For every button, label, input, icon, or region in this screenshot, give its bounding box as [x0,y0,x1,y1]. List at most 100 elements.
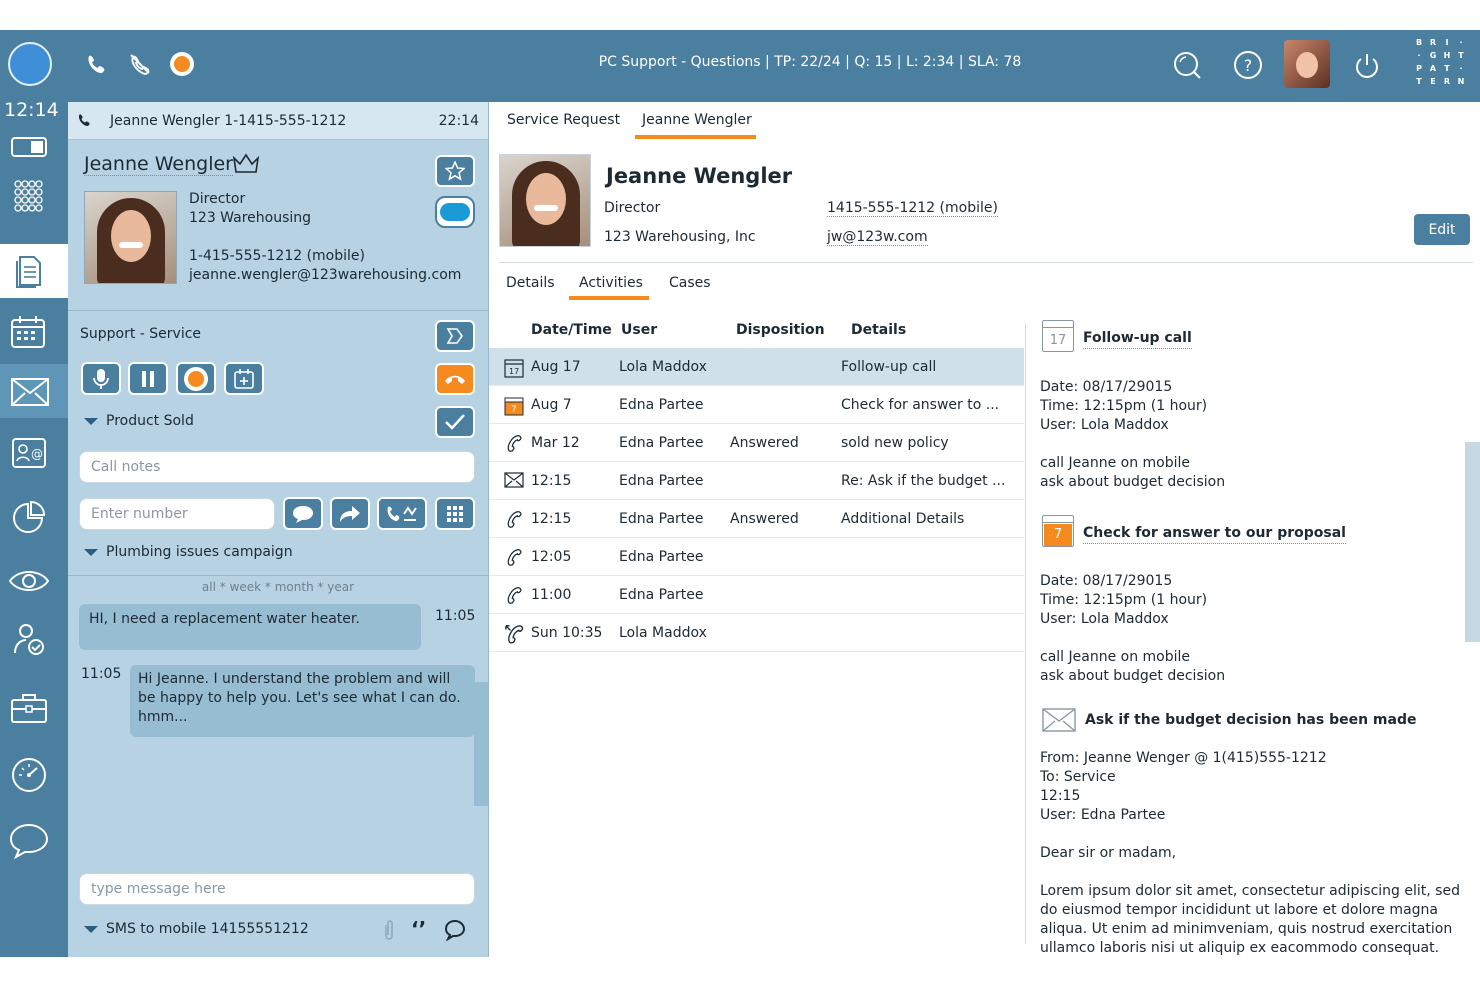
row-date: Sun 10:35 [531,625,603,641]
document-icon [14,253,46,289]
queue-info: PC Support - Questions | TP: 22/24 | Q: … [598,54,1022,70]
favorite-button[interactable] [435,155,475,187]
detail-title[interactable]: Check for answer to our proposal [1083,524,1346,544]
sms-target-dropdown[interactable]: SMS to mobile 14155551212 [84,921,309,937]
column-header[interactable]: Date/Time [531,322,612,338]
user-avatar[interactable] [1284,40,1330,88]
mic-button[interactable] [81,362,121,395]
subtab-activities[interactable]: Activities [579,275,643,291]
quote-icon[interactable]: ‘’ [411,917,426,941]
status-indicator[interactable] [8,42,52,86]
call-header: Jeanne Wengler 1-1415-555-1212 22:14 [68,102,488,140]
brand-letter: A [1429,64,1437,73]
row-date: 12:15 [531,511,572,527]
attach-icon[interactable] [383,919,395,941]
detail-title[interactable]: Ask if the budget decision has been made [1085,711,1416,730]
conference-button[interactable] [377,497,427,530]
detail-note: call Jeanne on mobile ask about budget d… [1040,649,1226,684]
hangup-button[interactable] [435,363,475,395]
history-filter[interactable]: all * week * month * year [68,580,488,594]
table-row[interactable]: 12:15 Edna Partee Re: Ask if the budget ..… [489,462,1024,500]
agent-status-icon[interactable] [12,622,46,656]
row-details: sold new policy [841,435,949,451]
tab-service-request[interactable]: Service Request [507,112,620,128]
product-sold-dropdown[interactable]: Product Sold [84,413,194,429]
record-button[interactable] [176,362,216,395]
schedule-button[interactable] [224,362,264,395]
checkmark-icon [445,414,465,430]
tab-contact[interactable]: Jeanne Wengler [642,112,752,128]
message-input[interactable]: type message here [79,873,475,905]
salesforce-button[interactable] [435,196,475,228]
power-icon[interactable] [1352,50,1382,80]
calendar-icon[interactable] [10,314,46,350]
sms-button[interactable] [283,497,323,530]
row-user: Edna Partee [619,397,704,413]
help-icon[interactable]: ? [1234,51,1262,79]
tag-icon [446,328,463,344]
detail-title[interactable]: Follow-up call [1083,329,1192,349]
detail-info: Date: 08/17/29015 Time: 12:15pm (1 hour)… [1040,573,1208,627]
record-icon[interactable] [170,52,194,76]
row-user: Edna Partee [619,473,704,489]
brand-letter: T [1458,51,1464,60]
table-row[interactable]: Sun 10:35 Lola Maddox [489,614,1024,652]
contact-name[interactable]: Jeanne Wengler [84,153,233,176]
detail-scrollbar[interactable] [1465,442,1480,642]
column-header[interactable]: Details [851,322,906,338]
contact-email[interactable]: jeanne.wengler@123warehousing.com [189,267,461,283]
chat-bubble-icon[interactable] [9,822,49,860]
flag-button[interactable] [435,320,475,352]
row-date: 12:05 [531,549,572,565]
briefcase-icon[interactable] [10,692,48,724]
transfer-button[interactable] [330,497,370,530]
subtab-cases[interactable]: Cases [669,275,711,291]
contact-phone[interactable]: 1-415-555-1212 (mobile) [189,248,365,264]
monitor-eye-icon[interactable] [8,568,50,594]
search-icon[interactable] [1172,50,1202,80]
svg-text:@: @ [31,447,43,461]
dialpad-icon[interactable] [14,180,44,214]
detail-note: call Jeanne on mobile ask about budget d… [1040,455,1226,490]
row-user: Edna Partee [619,549,704,565]
chat-scrollbar[interactable] [474,682,488,806]
row-date: 11:00 [531,587,572,603]
keypad-icon [447,505,463,522]
nav-item-documents[interactable] [0,244,68,298]
subtab-details[interactable]: Details [506,275,555,291]
contact-email-link[interactable]: jw@123w.com [827,229,928,246]
star-icon [445,161,465,181]
conference-icon [387,505,417,521]
enter-number-input[interactable]: Enter number [79,498,275,530]
incoming-message-time: 11:05 [435,608,476,624]
column-header[interactable]: Disposition [736,322,825,338]
contact-card-icon[interactable]: @ [12,438,46,468]
table-row[interactable]: 12:15 Edna Partee Answered Additional Detai… [489,500,1024,538]
table-row[interactable]: 12:05 Edna Partee [489,538,1024,576]
reports-icon[interactable] [10,500,46,536]
contact-mobile-link[interactable]: 1415-555-1212 (mobile) [827,200,998,217]
window-toggle-icon[interactable] [11,137,47,157]
top-margin [0,0,1480,30]
call-notes-input[interactable]: Call notes [79,451,475,483]
hangup-icon [445,375,465,384]
hold-button[interactable] [128,362,168,395]
table-row[interactable]: 7 Aug 7 Edna Partee Check for answer to ... [489,386,1024,424]
phone-icon[interactable] [84,52,108,76]
table-row[interactable]: 17 Aug 17 Lola Maddox Follow-up call [489,348,1024,386]
send-chat-icon[interactable] [444,919,466,941]
campaign-dropdown[interactable]: Plumbing issues campaign [84,544,293,560]
nav-item-mail[interactable] [0,364,68,418]
table-row[interactable]: 11:00 Edna Partee [489,576,1024,614]
row-date: Aug 17 [531,359,581,375]
table-row[interactable]: Mar 12 Edna Partee Answered sold new policy [489,424,1024,462]
edit-button[interactable]: Edit [1414,214,1470,245]
column-header[interactable]: User [621,322,657,338]
complete-button[interactable] [435,406,475,438]
tab-active-underline [635,135,756,139]
keypad-button[interactable] [435,497,475,530]
row-date: Mar 12 [531,435,580,451]
dashboard-gauge-icon[interactable] [10,756,48,794]
mute-icon[interactable] [128,52,152,76]
row-user: Lola Maddox [619,625,707,641]
